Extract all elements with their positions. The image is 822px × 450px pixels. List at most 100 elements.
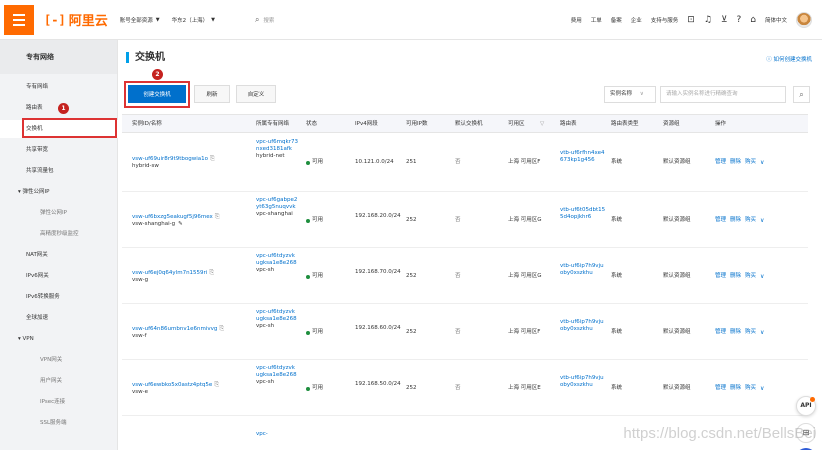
sidebar-item-ssl-server[interactable]: SSL服务端 <box>0 414 118 432</box>
search-input[interactable]: 请输入实例名称进行精确查询 <box>660 86 786 103</box>
buy-dropdown[interactable]: 购买 <box>745 329 756 336</box>
delete-link[interactable]: 删除 <box>730 159 741 166</box>
status-dot-icon <box>306 160 310 165</box>
chevron-down-icon[interactable]: ∨ <box>760 273 764 280</box>
default-switch-cell: 否 <box>455 217 461 223</box>
buy-dropdown[interactable]: 购买 <box>745 385 756 392</box>
region-dropdown[interactable]: 华东2（上海） ▼ <box>172 16 215 24</box>
route-table-type-cell: 系统 <box>611 273 623 279</box>
route-table-link[interactable]: vtb-uf6ip7h9vjuoby0xszkhu <box>560 263 606 277</box>
instance-id-link[interactable]: vsw-uf6bxzg5eakugf5j96mex <box>132 214 213 220</box>
copy-icon[interactable]: ⎘ <box>215 213 220 220</box>
fees-link[interactable]: 费用 <box>571 16 582 24</box>
manage-link[interactable]: 管理 <box>715 329 726 336</box>
menu-icon[interactable] <box>4 4 34 35</box>
delete-link[interactable]: 删除 <box>730 385 741 392</box>
chevron-down-icon[interactable]: ∨ <box>760 217 764 224</box>
buy-dropdown[interactable]: 购买 <box>745 217 756 224</box>
refresh-button[interactable]: 刷新 <box>194 85 230 103</box>
copy-icon[interactable]: ⎘ <box>209 269 214 276</box>
enterprise-link[interactable]: 企业 <box>631 16 642 24</box>
vpc-link[interactable]: vpc-uf6tdyzvkugksa1e8e268 <box>256 365 297 378</box>
vpc-link[interactable]: vpc-uf6gabpe2yt63g5nuqvvk <box>256 197 297 210</box>
manage-link[interactable]: 管理 <box>715 385 726 392</box>
top-navigation-bar: [-] 阿里云 账号全部资源 ▼ 华东2（上海） ▼ ⌕ 搜索 费用 工单 备案… <box>0 0 822 40</box>
vpc-link[interactable]: vpc-uf6tdyzvkugksa1e8e268 <box>256 253 297 266</box>
sidebar: 专有网络 专有网络 路由表 交换机 共享带宽 共享流量包 ▾ 弹性公网IP 弹性… <box>0 40 118 450</box>
manage-link[interactable]: 管理 <box>715 273 726 280</box>
sidebar-item-customer-gateway[interactable]: 用户网关 <box>0 372 118 390</box>
bell-icon[interactable]: ♫ <box>704 15 712 25</box>
default-switch-cell: 否 <box>455 329 461 335</box>
delete-link[interactable]: 删除 <box>730 217 741 224</box>
sidebar-item-shared-traffic[interactable]: 共享流量包 <box>0 162 118 180</box>
route-table-link[interactable]: vtb-uf6ip7h9vjuoby0xszkhu <box>560 375 606 389</box>
sidebar-item-ipv6-translation[interactable]: IPv6转换服务 <box>0 288 118 306</box>
edit-icon[interactable]: ✎ <box>178 221 183 227</box>
aliyun-logo[interactable]: [-] 阿里云 <box>44 10 108 30</box>
instance-id-link[interactable]: vsw-uf69uir8r9t9tbogwia1o <box>132 156 208 162</box>
instance-id-cell: vsw-uf6ewbko5x0astz4ptq5e ⎘ vsw-e <box>132 381 219 396</box>
copy-icon[interactable]: ⎘ <box>214 381 219 388</box>
column-header[interactable]: 可用区 <box>508 115 525 134</box>
sidebar-item-vpc[interactable]: 专有网络 <box>0 78 118 96</box>
zone-cell: 上海 可用区F <box>508 329 541 335</box>
manage-link[interactable]: 管理 <box>715 217 726 224</box>
sidebar-item-vpn-gateway[interactable]: VPN网关 <box>0 351 118 369</box>
home-icon[interactable]: ⌂ <box>750 15 756 25</box>
sidebar-item-eip[interactable]: 弹性公网IP <box>0 204 118 222</box>
sidebar-item-shared-bandwidth[interactable]: 共享带宽 <box>0 141 118 159</box>
terminal-icon[interactable]: ⊡ <box>687 15 695 25</box>
vpc-link[interactable]: vpc- <box>256 431 268 438</box>
filter-icon[interactable]: ▽ <box>540 115 544 134</box>
chevron-down-icon[interactable]: ∨ <box>760 159 764 166</box>
search-button[interactable]: ⌕ <box>793 86 810 103</box>
sidebar-item-ipsec[interactable]: IPsec连接 <box>0 393 118 411</box>
route-table-link[interactable]: vtb-uf6t05dbt155d4opjkhr6 <box>560 207 606 221</box>
buy-dropdown[interactable]: 购买 <box>745 159 756 166</box>
instance-id-link[interactable]: vsw-uf64n86umbnv1e6nmivvg <box>132 326 217 332</box>
instance-id-cell: vsw-uf6bxzg5eakugf5j96mex ⎘ vsw-shanghai-… <box>132 213 220 228</box>
instance-id-link[interactable]: vsw-uf6ewbko5x0astz4ptq5e <box>132 382 212 388</box>
delete-link[interactable]: 删除 <box>730 329 741 336</box>
route-table-type-cell: 系统 <box>611 217 623 223</box>
global-search[interactable]: ⌕ 搜索 <box>255 15 275 25</box>
sidebar-group-vpn[interactable]: ▾ VPN <box>0 330 118 348</box>
buy-dropdown[interactable]: 购买 <box>745 273 756 280</box>
create-vswitch-button[interactable]: 创建交换机 <box>128 85 186 103</box>
copy-icon[interactable]: ⎘ <box>219 325 224 332</box>
vpc-link[interactable]: vpc-uf6tdyzvkugksa1e8e268 <box>256 309 297 322</box>
instance-name: vsw-shanghai-g <box>132 221 176 227</box>
manage-link[interactable]: 管理 <box>715 159 726 166</box>
vpc-cell: vpc-uf6tdyzvkugksa1e8e268 vpc-sh <box>256 253 298 274</box>
help-link[interactable]: ⓘ 如何创建交换机 <box>766 55 812 63</box>
route-table-link[interactable]: vtb-uf6rfhn4xe4673kp1g456 <box>560 150 606 164</box>
icp-link[interactable]: 备案 <box>611 16 622 24</box>
tickets-link[interactable]: 工单 <box>591 16 602 24</box>
chevron-down-icon[interactable]: ∨ <box>760 329 764 336</box>
customize-button[interactable]: 自定义 <box>236 85 276 103</box>
filter-field-select[interactable]: 实例名称 ∨ <box>604 86 656 103</box>
sidebar-item-ipv6-gateway[interactable]: IPv6网关 <box>0 267 118 285</box>
delete-link[interactable]: 删除 <box>730 273 741 280</box>
api-button[interactable]: API <box>796 396 816 416</box>
route-table-link[interactable]: vtb-uf6ip7h9vjuoby0xszkhu <box>560 319 606 333</box>
sidebar-item-global-acceleration[interactable]: 全球加速 <box>0 309 118 327</box>
language-switch[interactable]: 简体中文 <box>765 16 787 24</box>
instance-id-cell: vsw-uf64n86umbnv1e6nmivvg ⎘ vsw-f <box>132 325 224 340</box>
help-icon[interactable]: ? <box>736 15 741 25</box>
sidebar-group-eip[interactable]: ▾ 弹性公网IP <box>0 183 118 201</box>
copy-icon[interactable]: ⎘ <box>210 155 215 162</box>
sidebar-item-nat[interactable]: NAT网关 <box>0 246 118 264</box>
instance-id-link[interactable]: vsw-uf6ej0q64ylm7n1559ri <box>132 270 207 276</box>
avatar[interactable] <box>796 12 812 28</box>
vpc-link[interactable]: vpc-uf6mqkr73nxed3181afk <box>256 139 298 152</box>
cart-icon[interactable]: ⊻ <box>721 15 728 25</box>
instance-id-cell: vsw-uf6ej0q64ylm7n1559ri ⎘ vsw-g <box>132 269 214 284</box>
sidebar-item-monitoring[interactable]: 高精度秒级监控 <box>0 225 118 243</box>
account-resources-dropdown[interactable]: 账号全部资源 ▼ <box>120 16 160 24</box>
instance-name: vsw-g <box>132 277 149 283</box>
step-badge-2: 2 <box>152 69 163 80</box>
support-link[interactable]: 支持与服务 <box>651 16 679 24</box>
chevron-down-icon[interactable]: ∨ <box>760 385 764 392</box>
